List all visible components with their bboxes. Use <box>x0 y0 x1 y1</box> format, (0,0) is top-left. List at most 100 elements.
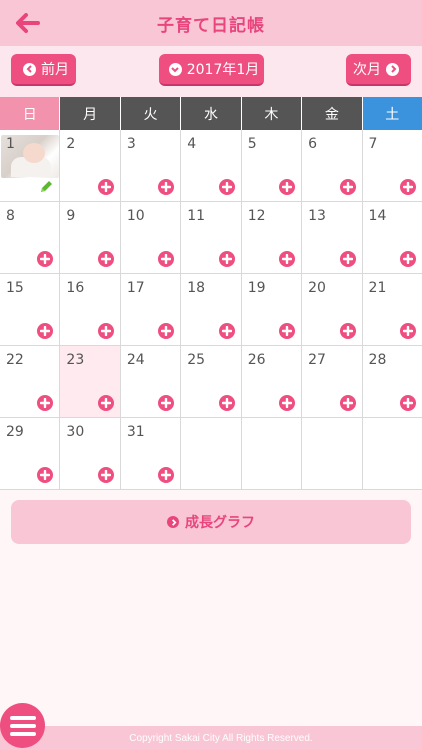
calendar-day-16[interactable]: 16 <box>60 274 121 345</box>
add-entry-icon[interactable] <box>37 467 54 483</box>
copyright-text: Copyright Sakai City All Rights Reserved… <box>129 732 313 744</box>
calendar-day-30[interactable]: 30 <box>60 418 121 489</box>
add-entry-icon[interactable] <box>97 467 114 483</box>
add-entry-icon[interactable] <box>218 395 235 411</box>
add-entry-icon[interactable] <box>339 251 356 267</box>
add-entry-icon[interactable] <box>37 251 54 267</box>
calendar-day-19[interactable]: 19 <box>241 274 303 345</box>
calendar-week: 8 9 10 11 12 13 14 <box>0 202 422 274</box>
calendar-day-9[interactable]: 9 <box>60 202 121 273</box>
calendar-week: 1 2 3 4 5 6 7 <box>0 130 422 202</box>
weekday-fri: 金 <box>302 97 363 130</box>
day-number: 10 <box>126 208 145 224</box>
calendar-week: 15 16 17 18 19 20 21 <box>0 274 422 346</box>
back-button[interactable] <box>14 10 42 36</box>
pencil-edit-icon[interactable] <box>38 179 54 195</box>
day-number: 18 <box>187 280 206 296</box>
next-month-button[interactable]: 次月 <box>346 54 411 86</box>
prev-month-button[interactable]: 前月 <box>11 54 76 86</box>
calendar-day-5[interactable]: 5 <box>241 130 303 201</box>
chevron-right-icon <box>386 62 399 76</box>
weekday-tue: 火 <box>120 97 182 130</box>
add-entry-icon[interactable] <box>339 179 356 195</box>
calendar-empty-cell <box>181 418 242 489</box>
day-number: 24 <box>126 352 145 368</box>
footer: Copyright Sakai City All Rights Reserved… <box>0 726 422 750</box>
menu-button[interactable] <box>0 703 45 748</box>
add-entry-icon[interactable] <box>158 179 175 195</box>
add-entry-icon[interactable] <box>399 251 416 267</box>
add-entry-icon[interactable] <box>279 179 296 195</box>
add-entry-icon[interactable] <box>158 251 175 267</box>
calendar-day-31[interactable]: 31 <box>120 418 182 489</box>
chevron-left-icon <box>23 62 36 76</box>
day-number: 4 <box>187 136 197 152</box>
calendar-day-26[interactable]: 26 <box>241 346 303 417</box>
day-number: 12 <box>247 208 266 224</box>
calendar-day-2[interactable]: 2 <box>60 130 121 201</box>
day-number: 27 <box>308 352 326 368</box>
month-navigation: 前月 2017年1月 次月 <box>0 46 422 97</box>
calendar-day-10[interactable]: 10 <box>120 202 182 273</box>
day-number: 19 <box>247 280 266 296</box>
weekday-thu: 木 <box>241 97 303 130</box>
add-entry-icon[interactable] <box>279 323 296 339</box>
day-number: 22 <box>6 352 24 368</box>
calendar-day-20[interactable]: 20 <box>302 274 363 345</box>
weekday-sat: 土 <box>362 97 422 130</box>
add-entry-icon[interactable] <box>399 179 416 195</box>
calendar-day-13[interactable]: 13 <box>302 202 363 273</box>
calendar-day-8[interactable]: 8 <box>0 202 61 273</box>
calendar-day-3[interactable]: 3 <box>120 130 182 201</box>
calendar-day-29[interactable]: 29 <box>0 418 61 489</box>
calendar-day-4[interactable]: 4 <box>181 130 242 201</box>
add-entry-icon[interactable] <box>97 323 114 339</box>
calendar-day-27[interactable]: 27 <box>302 346 363 417</box>
calendar-empty-cell <box>362 418 422 489</box>
day-number: 11 <box>187 208 206 224</box>
calendar-day-23[interactable]: 23 <box>60 346 121 417</box>
calendar-empty-cell <box>302 418 363 489</box>
calendar-day-25[interactable]: 25 <box>181 346 242 417</box>
calendar-day-15[interactable]: 15 <box>0 274 61 345</box>
calendar-day-17[interactable]: 17 <box>120 274 182 345</box>
add-entry-icon[interactable] <box>218 251 235 267</box>
calendar-day-24[interactable]: 24 <box>120 346 182 417</box>
growth-graph-button[interactable]: 成長グラフ <box>11 500 411 544</box>
add-entry-icon[interactable] <box>399 395 416 411</box>
add-entry-icon[interactable] <box>339 395 356 411</box>
weekday-header: 日 月 火 水 木 金 土 <box>0 97 422 130</box>
day-number: 31 <box>126 424 145 440</box>
hamburger-icon <box>9 715 36 720</box>
add-entry-icon[interactable] <box>218 323 235 339</box>
add-entry-icon[interactable] <box>97 395 114 411</box>
add-entry-icon[interactable] <box>97 179 114 195</box>
calendar-day-18[interactable]: 18 <box>181 274 242 345</box>
day-number: 13 <box>308 208 326 224</box>
calendar-day-1[interactable]: 1 <box>0 130 61 201</box>
add-entry-icon[interactable] <box>158 323 175 339</box>
add-entry-icon[interactable] <box>218 179 235 195</box>
month-select-button[interactable]: 2017年1月 <box>159 54 264 86</box>
calendar-day-21[interactable]: 21 <box>362 274 422 345</box>
add-entry-icon[interactable] <box>279 395 296 411</box>
calendar-day-28[interactable]: 28 <box>362 346 422 417</box>
add-entry-icon[interactable] <box>279 251 296 267</box>
calendar-day-7[interactable]: 7 <box>362 130 422 201</box>
calendar-day-22[interactable]: 22 <box>0 346 61 417</box>
add-entry-icon[interactable] <box>97 251 114 267</box>
add-entry-icon[interactable] <box>158 467 175 483</box>
add-entry-icon[interactable] <box>37 323 54 339</box>
calendar-day-11[interactable]: 11 <box>181 202 242 273</box>
add-entry-icon[interactable] <box>37 395 54 411</box>
day-number: 28 <box>368 352 387 368</box>
calendar-day-6[interactable]: 6 <box>302 130 363 201</box>
calendar-day-12[interactable]: 12 <box>241 202 303 273</box>
day-number: 1 <box>6 136 15 152</box>
add-entry-icon[interactable] <box>339 323 356 339</box>
add-entry-icon[interactable] <box>399 323 416 339</box>
calendar-day-14[interactable]: 14 <box>362 202 422 273</box>
add-entry-icon[interactable] <box>158 395 175 411</box>
current-month-label: 2017年1月 <box>186 62 260 78</box>
day-number: 2 <box>66 136 76 152</box>
